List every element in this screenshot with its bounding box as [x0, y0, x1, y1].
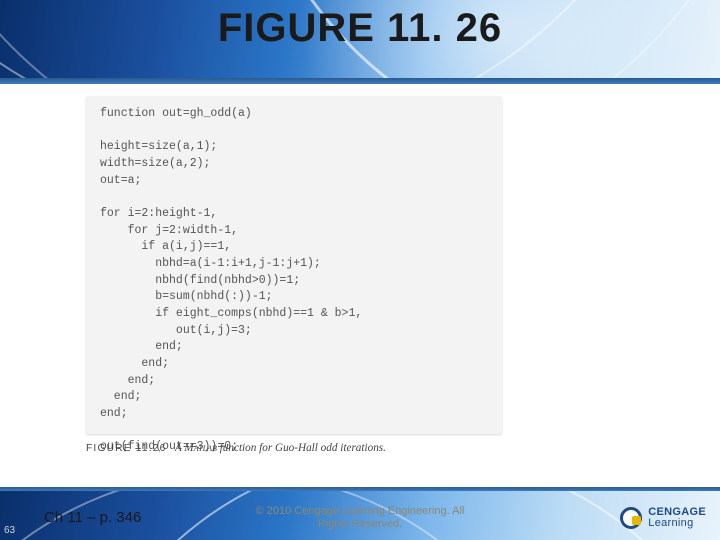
caption-matlab: Matlab [184, 442, 217, 454]
slide-title: FIGURE 11. 26 [0, 6, 720, 51]
code-card: function out=gh_odd(a) height=size(a,1);… [86, 96, 502, 434]
caption-prefix: A [175, 442, 184, 454]
copyright-line1: © 2010 Cengage Learning Engineering. All [256, 505, 465, 517]
copyright-line2: Rights Reserved. [318, 518, 402, 530]
caption-suffix: function for Guo-Hall odd iterations. [217, 442, 386, 454]
copyright-text: © 2010 Cengage Learning Engineering. All… [0, 505, 720, 533]
figure-caption-label: FIGURE 11.26 [86, 443, 166, 454]
code-listing: function out=gh_odd(a) height=size(a,1);… [100, 106, 488, 456]
cengage-logo: CENGAGE Learning [620, 507, 706, 530]
slide: FIGURE 11. 26 function out=gh_odd(a) hei… [0, 0, 720, 540]
cengage-logo-icon [620, 507, 642, 529]
figure-caption-text: A Matlab function for Guo-Hall odd itera… [175, 442, 386, 454]
logo-line2: Learning [648, 518, 706, 530]
cengage-logo-text: CENGAGE Learning [648, 507, 706, 530]
header-divider [0, 78, 720, 84]
figure-caption: FIGURE 11.26 A Matlab function for Guo-H… [86, 442, 566, 454]
